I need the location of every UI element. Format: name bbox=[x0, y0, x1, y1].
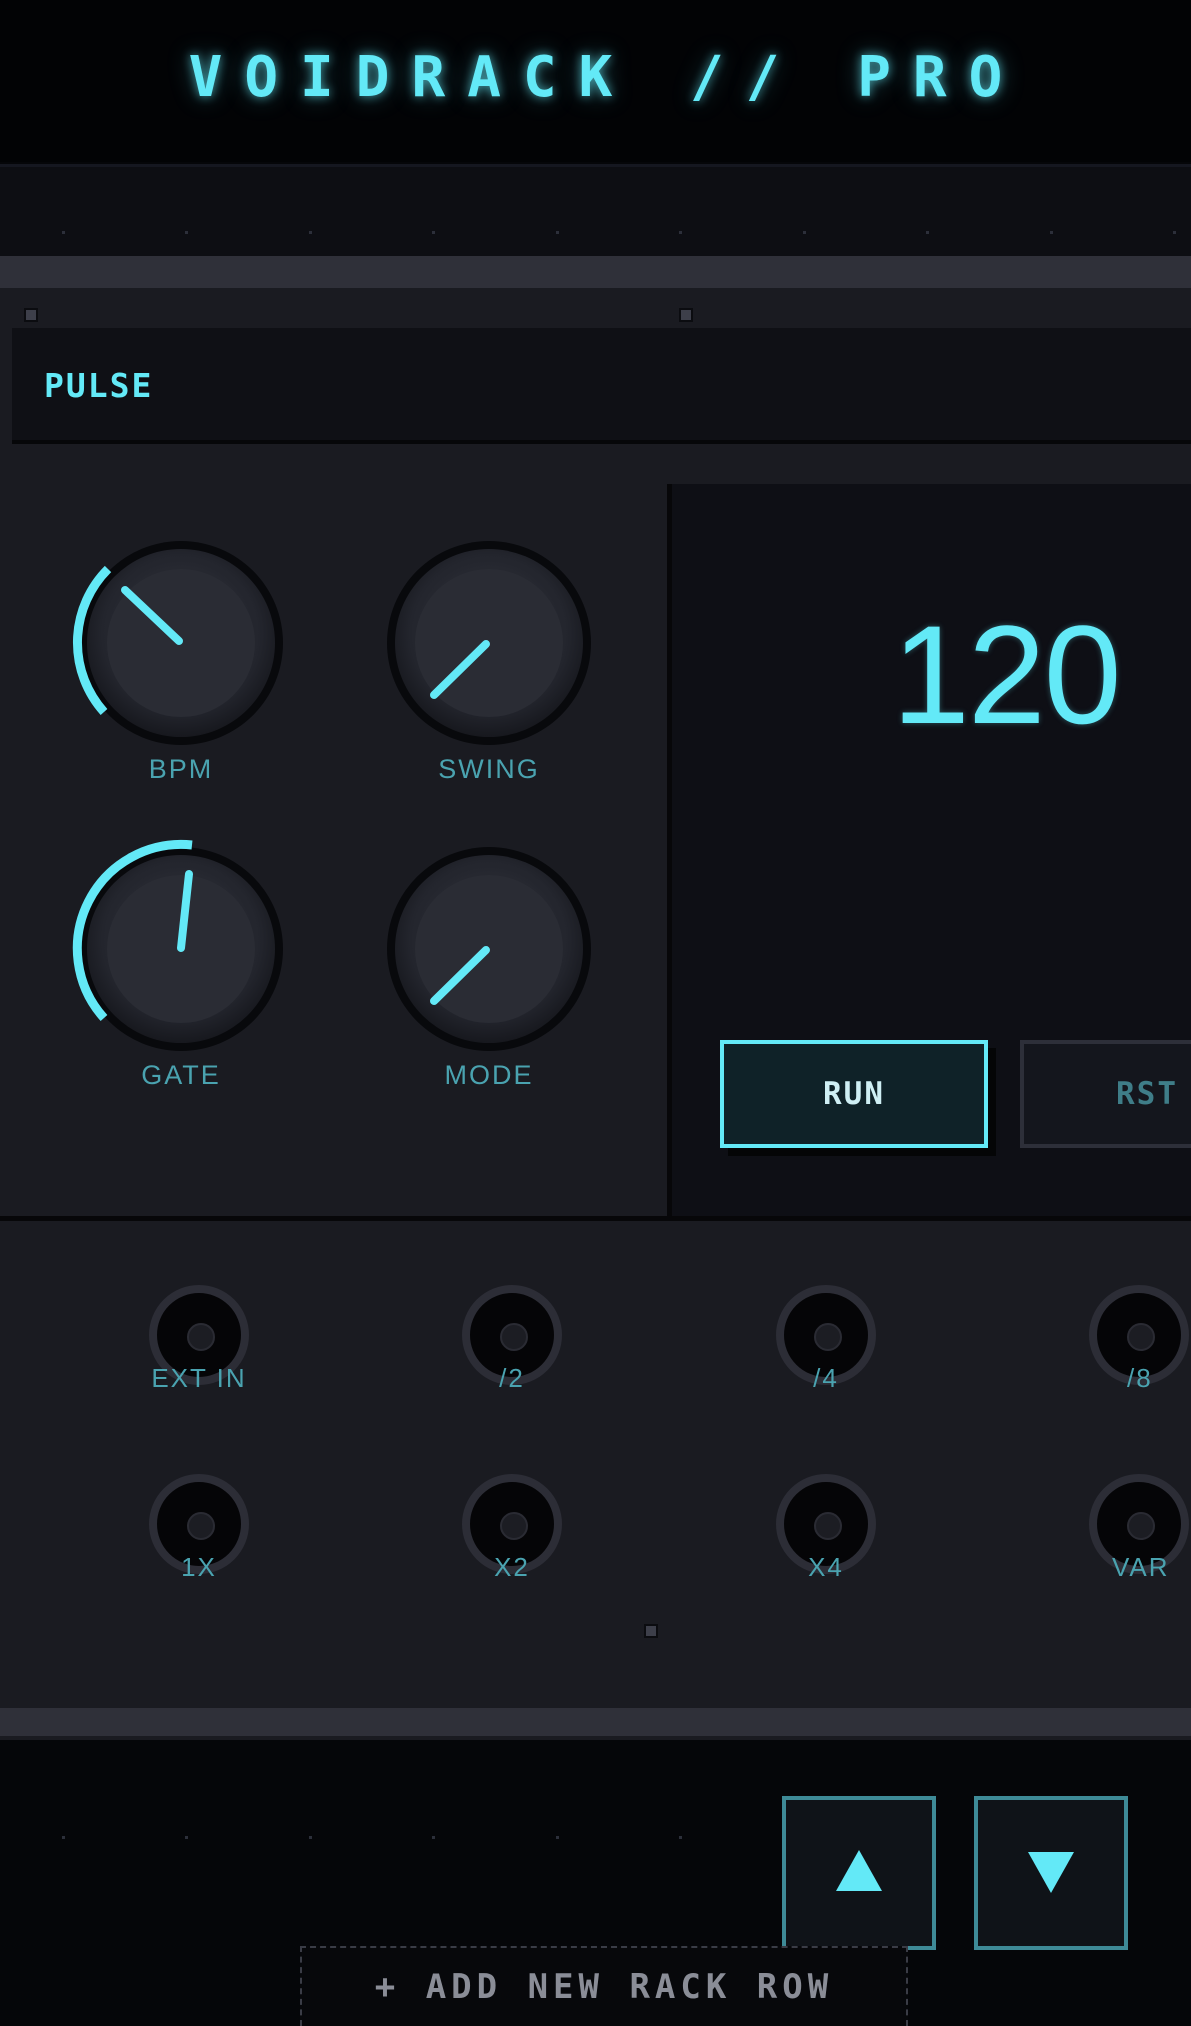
gate-knob[interactable] bbox=[66, 834, 296, 1064]
swing-knob-label: SWING bbox=[438, 754, 540, 784]
rack-bottom-band bbox=[0, 1708, 1191, 1736]
rail-dot bbox=[62, 1836, 65, 1839]
module-header: PULSE bbox=[12, 328, 1191, 444]
jack-label: /2 bbox=[499, 1363, 525, 1393]
tempo-display: 120 RUN RST bbox=[672, 484, 1191, 1216]
rail-dot bbox=[432, 1836, 435, 1839]
jack-label: VAR bbox=[1112, 1552, 1170, 1582]
mode-knob[interactable] bbox=[374, 834, 604, 1064]
move-up-button[interactable] bbox=[782, 1796, 936, 1950]
run-button[interactable]: RUN bbox=[720, 1040, 988, 1148]
app-header: VOIDRACK // PRO bbox=[0, 0, 1191, 162]
rail-dot bbox=[309, 1836, 312, 1839]
triangle-down-icon bbox=[1028, 1852, 1074, 1893]
bpm-knob[interactable] bbox=[66, 528, 296, 758]
rail-dot bbox=[309, 231, 312, 234]
add-rack-row-button[interactable]: + ADD NEW RACK ROW bbox=[300, 1946, 908, 2026]
screw bbox=[24, 308, 38, 322]
app-title: VOIDRACK // PRO bbox=[188, 44, 1025, 110]
triangle-up-icon bbox=[836, 1850, 882, 1891]
jack-label: /4 bbox=[813, 1363, 839, 1393]
jack-label: X4 bbox=[808, 1552, 844, 1582]
rail-dot bbox=[803, 231, 806, 234]
rail-dot bbox=[432, 231, 435, 234]
rail-dot bbox=[556, 1836, 559, 1839]
rack-top-band bbox=[0, 256, 1191, 288]
rail-dot bbox=[556, 231, 559, 234]
swing-knob[interactable] bbox=[374, 528, 604, 758]
top-rail bbox=[0, 164, 1191, 259]
rail-dot bbox=[679, 1836, 682, 1839]
jack-label: /8 bbox=[1127, 1363, 1153, 1393]
jack-label: 1X bbox=[181, 1552, 217, 1582]
gate-knob-label: GATE bbox=[141, 1060, 221, 1090]
bpm-knob-label: BPM bbox=[148, 754, 214, 784]
rail-dot bbox=[62, 231, 65, 234]
screw bbox=[644, 1624, 658, 1638]
rail-dot bbox=[926, 231, 929, 234]
rack-module: PULSE BPM SWING GATE MODE 120 RUN RST EX… bbox=[0, 256, 1191, 1740]
screw bbox=[679, 308, 693, 322]
jack-label: X2 bbox=[494, 1552, 530, 1582]
rail-dot bbox=[1173, 231, 1176, 234]
module-name: PULSE bbox=[44, 366, 154, 405]
rail-dot bbox=[185, 1836, 188, 1839]
mode-knob-label: MODE bbox=[444, 1060, 534, 1090]
rail-dot bbox=[1050, 231, 1053, 234]
tempo-readout: 120 bbox=[892, 596, 1122, 753]
move-down-button[interactable] bbox=[974, 1796, 1128, 1950]
rail-dot bbox=[679, 231, 682, 234]
jack-label: EXT IN bbox=[151, 1363, 247, 1393]
rail-dot bbox=[185, 231, 188, 234]
jack-panel: EXT IN /2 /4 /8 1X X2 X4 VAR bbox=[0, 1221, 1191, 1708]
reset-button[interactable]: RST bbox=[1020, 1040, 1191, 1148]
